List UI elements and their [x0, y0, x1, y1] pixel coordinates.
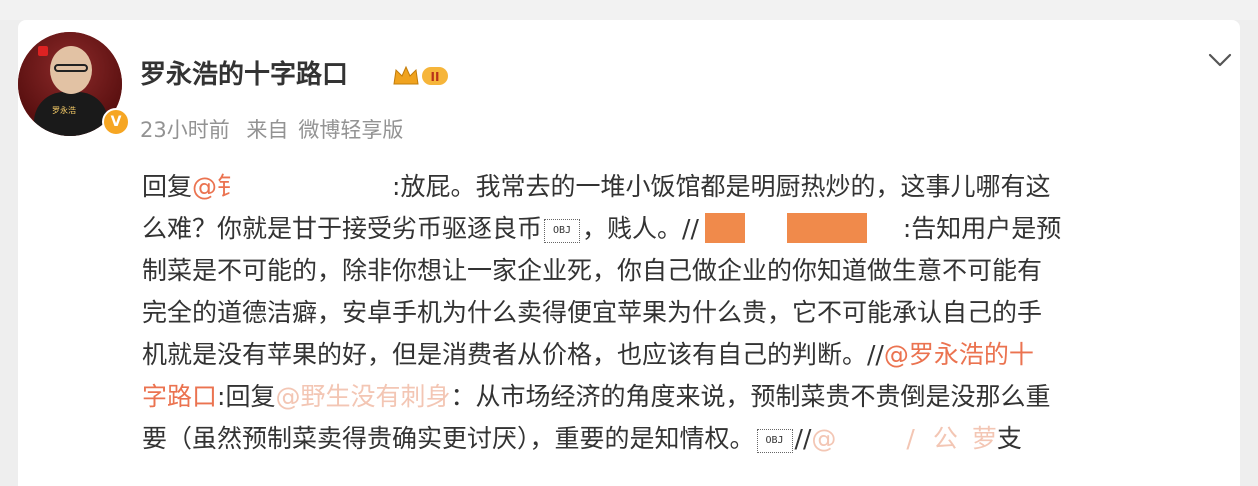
reply-text: 回复 [142, 172, 193, 201]
level-badge: II [431, 70, 440, 84]
post-text: :回复 [217, 382, 276, 411]
content-line: 字路口:回复@野生没有刺身：从市场经济的角度来说，预制菜贵不贵倒是没那么重 [142, 376, 1232, 418]
post-time[interactable]: 23小时前 [140, 118, 230, 142]
content-line: 么难？你就是甘于接受劣币驱逐良币 OBJ ，贱人。// :告知用户是预 [142, 208, 1232, 250]
redaction-block [704, 213, 745, 243]
post-text: 支 [996, 424, 1022, 453]
object-placeholder-icon: OBJ [756, 429, 793, 453]
post-text: 么难？你就是甘于接受劣币驱逐良币 [142, 214, 543, 243]
content-line: 完全的道德洁癖，安卓手机为什么卖得便宜苹果为什么贵，它不可能承认自己的手 [142, 292, 1232, 334]
post-text: // [794, 424, 812, 453]
post-text: 萝 [971, 424, 997, 453]
post-text: 机就是没有苹果的好，但是消费者从价格，也应该有自己的判断。// [142, 340, 884, 369]
crown-icon[interactable]: II [392, 64, 450, 88]
content-line: 要（虽然预制菜卖得贵确实更讨厌），重要的是知情权。 OBJ//@ / 公萝支 [142, 418, 1232, 460]
post-text: 制菜是不可能的，除非你想让一家企业死，你自己做企业的你知道做生意不可能有 [142, 256, 1043, 285]
post-text: ，贱人。// [582, 214, 699, 243]
redaction-block [744, 213, 787, 243]
post-meta: 23小时前 来自 微博轻享版 [140, 116, 413, 144]
post-text: :放屁。我常去的一堆小饭馆都是明厨热炒的，这事儿哪有这 [392, 172, 1051, 201]
object-placeholder-icon: OBJ [544, 219, 581, 243]
post-text: 要（虽然预制菜卖得贵确实更讨厌），重要的是知情权。 [142, 424, 755, 453]
redaction-block [836, 423, 907, 453]
post-text: :告知用户是预 [902, 214, 1062, 243]
content-line: 回复@钅 :放屁。我常去的一堆小饭馆都是明厨热炒的，这事儿哪有这 [142, 166, 1232, 208]
redaction-block [242, 171, 393, 201]
post-text: 公 [932, 424, 958, 453]
content-line: 制菜是不可能的，除非你想让一家企业死，你自己做企业的你知道做生意不可能有 [142, 250, 1232, 292]
redaction-block [866, 213, 903, 243]
content-line: 机就是没有苹果的好，但是消费者从价格，也应该有自己的判断。//@罗永浩的十 [142, 334, 1232, 376]
post-content: 回复@钅 :放屁。我常去的一堆小饭馆都是明厨热炒的，这事儿哪有这 么难？你就是甘于… [142, 166, 1232, 460]
post-text: / [906, 424, 915, 453]
top-bar [0, 0, 1258, 20]
mention-link[interactable]: @ [811, 424, 836, 453]
avatar-caption: 罗永浩 [52, 106, 76, 115]
mention-link[interactable]: @钅 [192, 172, 242, 201]
mention-link[interactable]: @野生没有刺身 [275, 382, 450, 411]
post-source[interactable]: 微博轻享版 [298, 118, 403, 142]
source-prefix: 来自 [246, 118, 289, 142]
mention-link[interactable]: 字路口 [142, 382, 217, 411]
post-text: ：从市场经济的角度来说，预制菜贵不贵倒是没那么重 [450, 382, 1051, 411]
verified-icon: V [102, 108, 130, 136]
chevron-down-icon[interactable] [1206, 48, 1234, 72]
redaction-block [786, 213, 867, 243]
mention-link[interactable]: @罗永浩的十 [884, 340, 1034, 369]
username[interactable]: 罗永浩的十字路口 [140, 58, 348, 92]
post-text: 完全的道德洁癖，安卓手机为什么卖得便宜苹果为什么贵，它不可能承认自己的手 [142, 298, 1043, 327]
